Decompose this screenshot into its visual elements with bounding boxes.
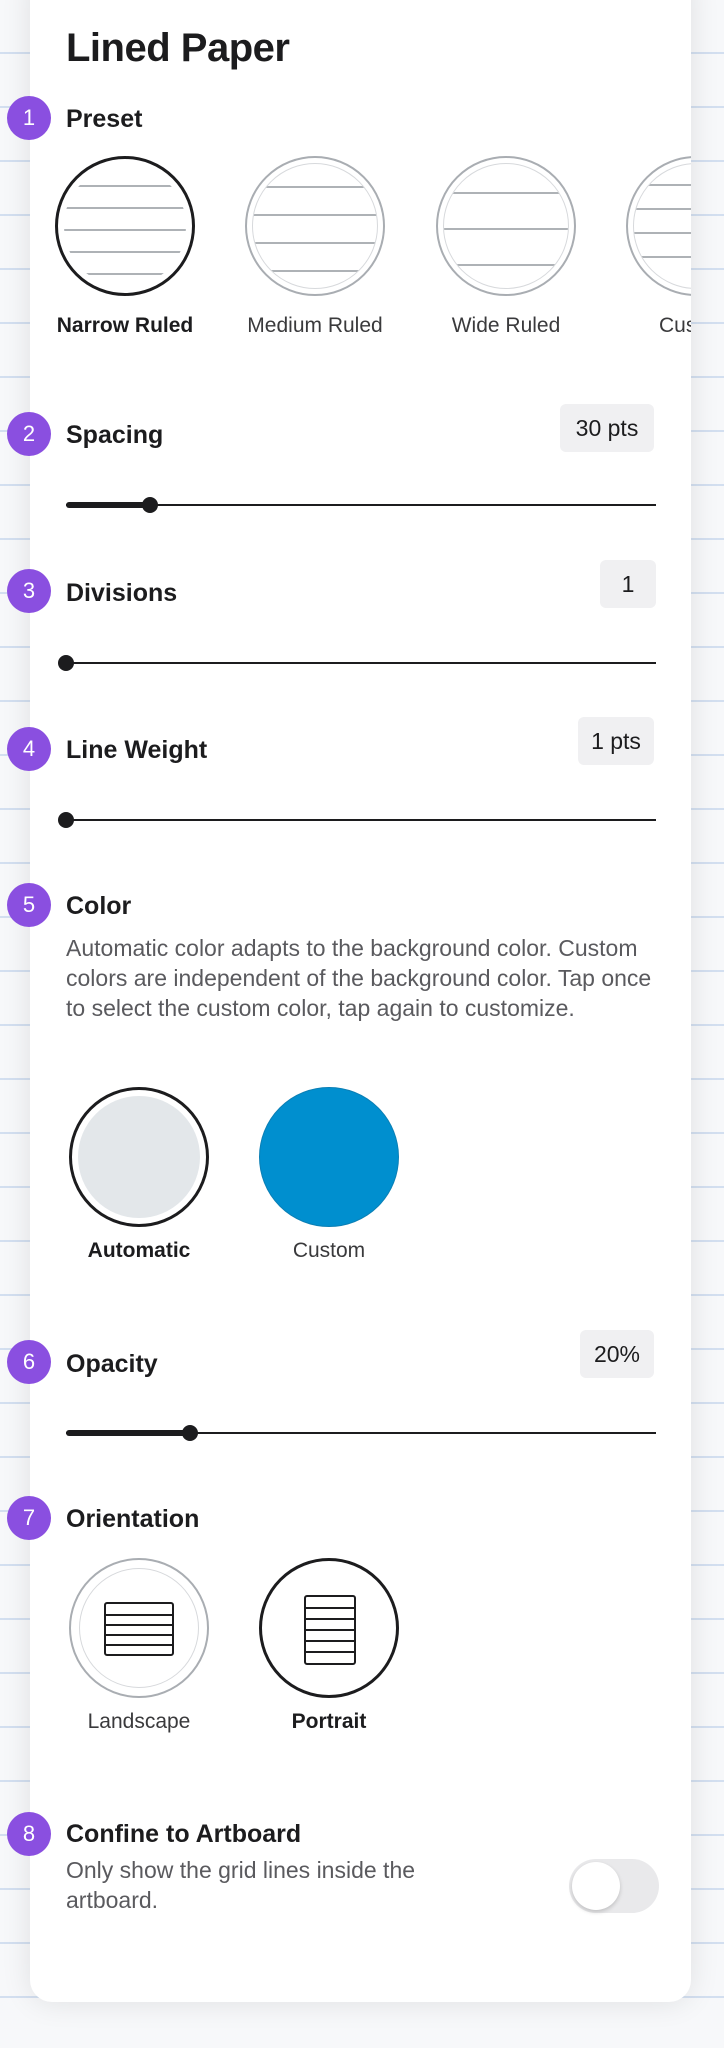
- toggle-thumb: [572, 1862, 620, 1910]
- preset-custom[interactable]: Cus: [601, 156, 691, 338]
- custom-color-label: Custom: [292, 1239, 366, 1262]
- spacing-slider[interactable]: [66, 497, 656, 513]
- preset-label-narrow: Narrow Ruled: [56, 314, 194, 337]
- step-badge-6: 6: [7, 1340, 51, 1384]
- portrait-icon: [259, 1558, 399, 1698]
- landscape-label: Landscape: [87, 1710, 191, 1733]
- automatic-color-label: Automatic: [87, 1239, 191, 1262]
- step-badge-8: 8: [7, 1812, 51, 1856]
- portrait-label: Portrait: [291, 1710, 367, 1733]
- preset-label-medium: Medium Ruled: [247, 314, 383, 337]
- divisions-value[interactable]: 1: [600, 560, 656, 608]
- color-option-automatic[interactable]: Automatic: [44, 1087, 234, 1263]
- step-badge-5: 5: [7, 883, 51, 927]
- confine-description: Only show the grid lines inside the artb…: [66, 1857, 416, 1913]
- preset-narrow-ruled[interactable]: Narrow Ruled: [30, 156, 220, 338]
- orientation-label: Orientation: [66, 1505, 200, 1533]
- custom-ruled-icon: [626, 156, 691, 296]
- color-option-custom[interactable]: Custom: [234, 1087, 424, 1263]
- automatic-color-swatch: [69, 1087, 209, 1227]
- divisions-slider[interactable]: [58, 655, 656, 671]
- spacing-slider-knob[interactable]: [142, 497, 158, 513]
- preset-wide-ruled[interactable]: Wide Ruled: [411, 156, 601, 338]
- opacity-label: Opacity: [66, 1350, 158, 1378]
- preset-label: Preset: [66, 105, 143, 133]
- landscape-icon: [69, 1558, 209, 1698]
- line-weight-slider-knob[interactable]: [58, 812, 74, 828]
- spacing-value[interactable]: 30 pts: [560, 404, 654, 452]
- confine-toggle[interactable]: [569, 1859, 659, 1913]
- opacity-slider[interactable]: [66, 1425, 656, 1441]
- color-description: Automatic color adapts to the background…: [66, 935, 652, 1021]
- orientation-portrait[interactable]: Portrait: [234, 1558, 424, 1734]
- preset-medium-ruled[interactable]: Medium Ruled: [220, 156, 410, 338]
- color-label: Color: [66, 892, 132, 920]
- wide-ruled-icon: [436, 156, 576, 296]
- step-badge-2: 2: [7, 412, 51, 456]
- step-badge-4: 4: [7, 727, 51, 771]
- custom-color-swatch: [259, 1087, 399, 1227]
- line-weight-slider[interactable]: [58, 812, 656, 828]
- medium-ruled-icon: [245, 156, 385, 296]
- line-weight-value[interactable]: 1 pts: [578, 717, 654, 765]
- preset-options: Narrow Ruled Medium Ruled Wide Ruled Cu: [0, 156, 691, 346]
- line-weight-label: Line Weight: [66, 736, 208, 764]
- opacity-value[interactable]: 20%: [580, 1330, 654, 1378]
- divisions-slider-knob[interactable]: [58, 655, 74, 671]
- step-badge-7: 7: [7, 1496, 51, 1540]
- confine-label: Confine to Artboard: [66, 1820, 302, 1848]
- orientation-landscape[interactable]: Landscape: [44, 1558, 234, 1734]
- step-badge-1: 1: [7, 96, 51, 140]
- divisions-label: Divisions: [66, 579, 178, 607]
- spacing-label: Spacing: [66, 421, 164, 449]
- step-badge-3: 3: [7, 569, 51, 613]
- opacity-slider-knob[interactable]: [182, 1425, 198, 1441]
- preset-label-custom: Cus: [659, 314, 691, 337]
- narrow-ruled-icon: [55, 156, 195, 296]
- page-title: Lined Paper: [66, 26, 290, 70]
- preset-label-wide: Wide Ruled: [451, 314, 561, 337]
